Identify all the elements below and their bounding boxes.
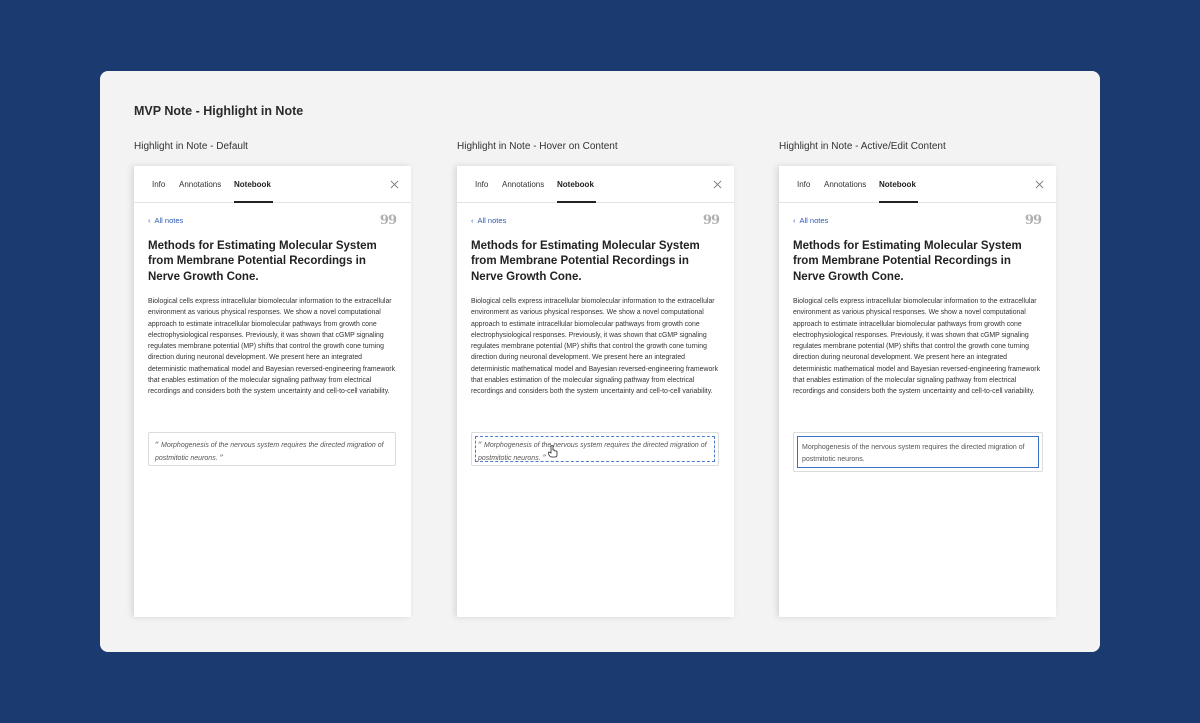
tab-notebook[interactable]: Notebook — [557, 180, 594, 189]
highlight-quote: “ Morphogenesis of the nervous system re… — [478, 439, 710, 464]
quote-icon[interactable]: 99 — [703, 213, 720, 228]
close-icon[interactable] — [1035, 180, 1044, 189]
document-abstract: Biological cells express intracellular b… — [793, 298, 1041, 396]
active-tab-indicator — [557, 201, 596, 203]
all-notes-link[interactable]: ‹ All notes — [471, 216, 506, 225]
variant-label-default: Highlight in Note - Default — [134, 141, 248, 152]
tab-notebook[interactable]: Notebook — [234, 180, 271, 189]
highlight-edit-field[interactable]: Morphogenesis of the nervous system requ… — [797, 436, 1039, 468]
document-title: Methods for Estimating Molecular System … — [148, 240, 377, 283]
tab-info[interactable]: Info — [152, 180, 165, 189]
chevron-left-icon: ‹ — [471, 216, 474, 225]
board-title: MVP Note - Highlight in Note — [134, 104, 304, 118]
all-notes-label: All notes — [799, 216, 829, 225]
tab-annotations[interactable]: Annotations — [179, 180, 221, 189]
tab-notebook[interactable]: Notebook — [879, 180, 916, 189]
all-notes-link[interactable]: ‹ All notes — [793, 216, 828, 225]
quote-icon[interactable]: 99 — [380, 213, 397, 228]
highlight-note-card-edit: Morphogenesis of the nervous system requ… — [793, 432, 1043, 472]
highlight-note-card-hover[interactable]: “ Morphogenesis of the nervous system re… — [471, 432, 719, 466]
notebook-panel-hover: Info Annotations Notebook ‹ All notes 99 … — [457, 166, 734, 617]
close-icon[interactable] — [390, 180, 399, 189]
highlight-text: Morphogenesis of the nervous system requ… — [155, 442, 384, 462]
notebook-panel-default: Info Annotations Notebook ‹ All notes 99 … — [134, 166, 411, 617]
tab-bar: Info Annotations Notebook — [134, 166, 411, 203]
chevron-left-icon: ‹ — [793, 216, 796, 225]
all-notes-link[interactable]: ‹ All notes — [148, 216, 183, 225]
close-icon[interactable] — [713, 180, 722, 189]
chevron-left-icon: ‹ — [148, 216, 151, 225]
close-quote-mark: ” — [219, 452, 224, 462]
tab-bar: Info Annotations Notebook — [457, 166, 734, 203]
quote-icon[interactable]: 99 — [1025, 213, 1042, 228]
document-abstract: Biological cells express intracellular b… — [471, 298, 719, 396]
tab-annotations[interactable]: Annotations — [502, 180, 544, 189]
open-quote-mark: “ — [478, 440, 483, 449]
all-notes-label: All notes — [477, 216, 507, 225]
variant-label-active: Highlight in Note - Active/Edit Content — [779, 141, 946, 152]
notebook-panel-active: Info Annotations Notebook ‹ All notes 99 … — [779, 166, 1056, 617]
tab-annotations[interactable]: Annotations — [824, 180, 866, 189]
variant-label-hover: Highlight in Note - Hover on Content — [457, 141, 618, 152]
close-quote-mark: ” — [542, 452, 547, 462]
highlight-text: Morphogenesis of the nervous system requ… — [478, 442, 707, 462]
active-tab-indicator — [234, 201, 273, 203]
document-abstract: Biological cells express intracellular b… — [148, 298, 396, 396]
design-board: MVP Note - Highlight in Note Highlight i… — [100, 71, 1100, 652]
hand-cursor-icon — [548, 445, 558, 458]
all-notes-label: All notes — [154, 216, 184, 225]
document-title: Methods for Estimating Molecular System … — [471, 240, 700, 283]
active-tab-indicator — [879, 201, 918, 203]
open-quote-mark: “ — [155, 440, 160, 449]
highlight-note-card[interactable]: “ Morphogenesis of the nervous system re… — [148, 432, 396, 466]
tab-info[interactable]: Info — [797, 180, 810, 189]
tab-bar: Info Annotations Notebook — [779, 166, 1056, 203]
tab-info[interactable]: Info — [475, 180, 488, 189]
document-title: Methods for Estimating Molecular System … — [793, 240, 1022, 283]
highlight-quote: “ Morphogenesis of the nervous system re… — [155, 439, 387, 464]
